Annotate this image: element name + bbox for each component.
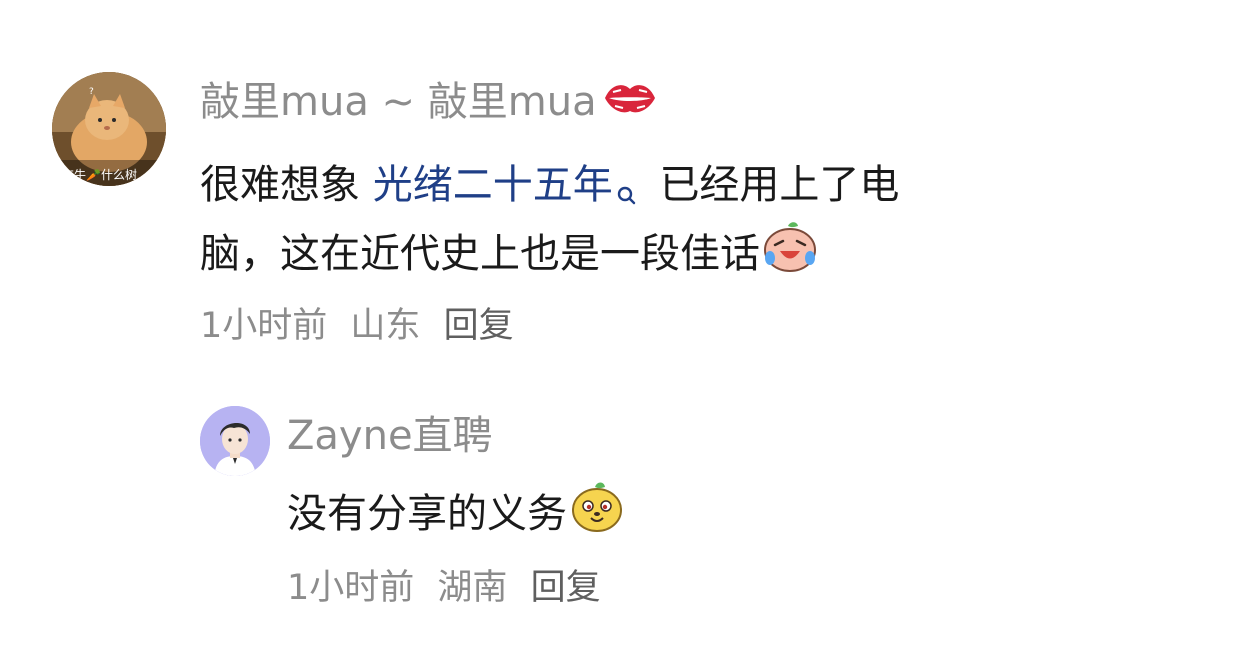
username-text: 敲里mua ~ 敲里mua <box>200 79 597 125</box>
comment-meta: 1小时前 山东 回复 <box>200 303 526 349</box>
laugh-cry-icon <box>762 218 818 294</box>
avatar[interactable]: ? 奔牛🥕什么树 <box>52 72 166 186</box>
reply-reply-button[interactable]: 回复 <box>531 568 601 608</box>
reply-location: 湖南 <box>437 568 508 608</box>
search-link[interactable]: 光绪二十五年 <box>373 162 660 208</box>
dog-face-icon <box>569 478 625 554</box>
kiss-lips-icon <box>601 78 659 131</box>
comment-text-line-1: 很难想象 光绪二十五年 已经用上了电 <box>200 152 899 228</box>
comment-text-line-2: 脑，这在近代史上也是一段佳话 <box>200 218 818 294</box>
comment-time: 1小时前 <box>200 306 328 346</box>
reply-text: 没有分享的义务 <box>287 491 567 537</box>
reply-time: 1小时前 <box>287 568 415 608</box>
reply-button[interactable]: 回复 <box>444 306 514 346</box>
svg-text:?: ? <box>89 87 94 97</box>
comment-username[interactable]: 敲里mua ~ 敲里mua <box>200 76 659 131</box>
comment-text-after-link: 已经用上了电 <box>659 162 900 208</box>
comment-text-before-link: 很难想象 <box>200 162 360 208</box>
comment-text-line-2-content: 脑，这在近代史上也是一段佳话 <box>200 231 760 277</box>
reply-username[interactable]: Zayne直聘 <box>287 410 493 462</box>
reply-avatar[interactable] <box>200 406 270 476</box>
avatar-caption: 奔牛🥕什么树 <box>62 168 137 182</box>
reply-text-line: 没有分享的义务 <box>287 478 625 554</box>
comment-location: 山东 <box>350 306 421 346</box>
person-avatar-image <box>200 406 270 476</box>
search-link-text: 光绪二十五年 <box>372 162 613 208</box>
reply-meta: 1小时前 湖南 回复 <box>287 565 613 611</box>
